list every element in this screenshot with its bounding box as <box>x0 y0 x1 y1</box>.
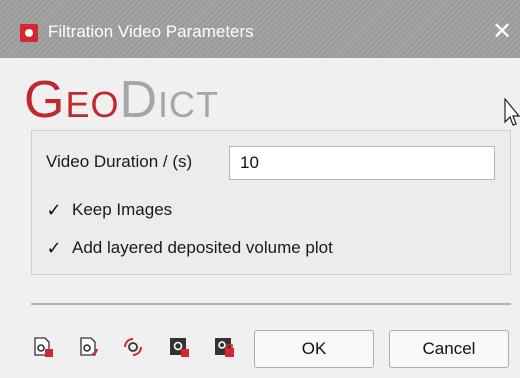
ok-button[interactable]: OK <box>254 330 374 368</box>
cancel-button[interactable]: Cancel <box>389 330 509 368</box>
logo-geo-rest: EO <box>65 84 120 125</box>
logo-geo-initial: G <box>24 71 66 129</box>
close-button[interactable]: ✕ <box>484 14 520 50</box>
logo-dict-rest: ICT <box>158 84 220 125</box>
settings-reset-icon[interactable] <box>122 336 144 358</box>
layered-plot-label: Add layered deposited volume plot <box>72 238 333 257</box>
layered-plot-checkbox[interactable]: ✓ Add layered deposited volume plot <box>46 236 333 260</box>
settings-load-icon[interactable] <box>32 336 54 358</box>
app-icon <box>20 24 38 42</box>
layered-plot-check-icon[interactable]: ✓ <box>46 239 62 257</box>
settings-lock-icon[interactable] <box>213 336 235 358</box>
logo-dict-initial: D <box>119 71 159 129</box>
video-duration-input[interactable] <box>229 146 495 180</box>
settings-dark-icon[interactable] <box>168 336 190 358</box>
keep-images-checkbox[interactable]: ✓ Keep Images <box>46 198 172 222</box>
divider <box>31 303 511 305</box>
window-title: Filtration Video Parameters <box>48 22 254 41</box>
video-duration-label: Video Duration / (s) <box>46 152 193 171</box>
geodict-logo: GEODICT <box>24 70 219 130</box>
mouse-cursor-icon <box>504 98 520 126</box>
settings-save-icon[interactable] <box>78 336 100 358</box>
keep-images-check-icon[interactable]: ✓ <box>46 201 62 219</box>
keep-images-label: Keep Images <box>72 200 173 219</box>
